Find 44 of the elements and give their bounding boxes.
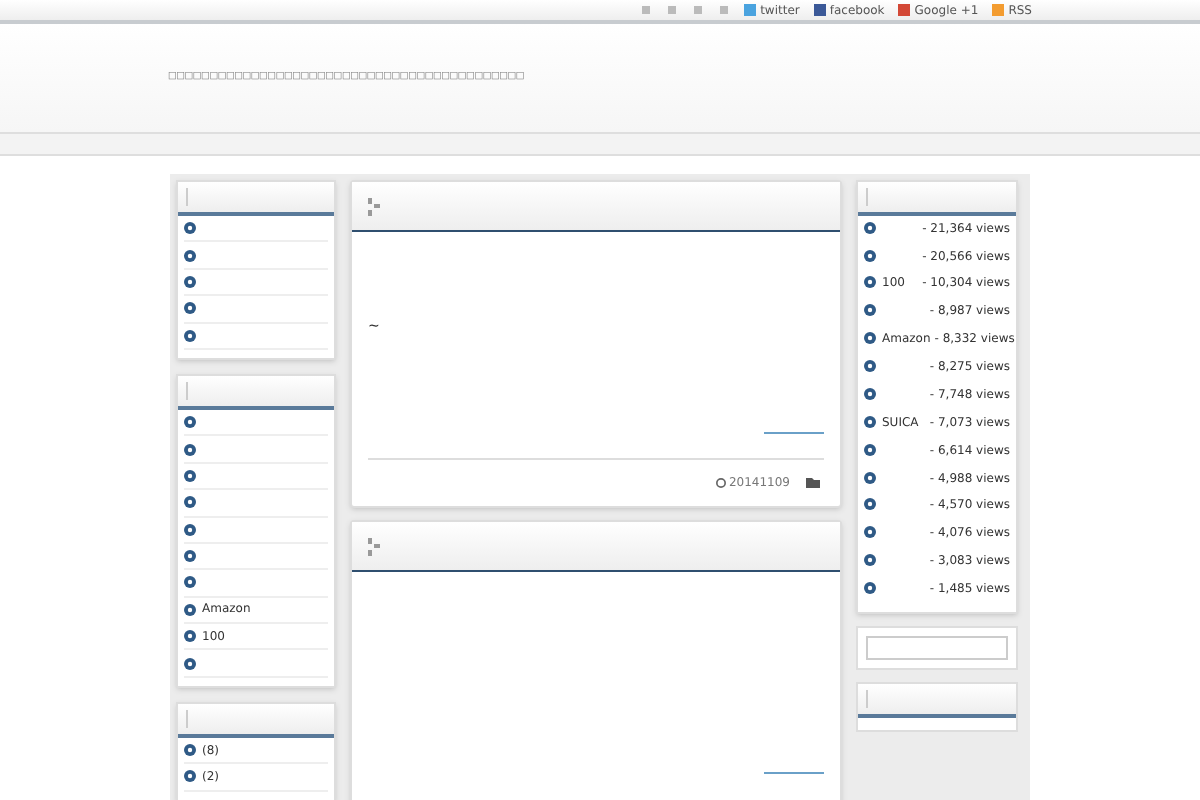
facebook-icon [813, 4, 826, 16]
sidebar-item[interactable] [184, 216, 328, 243]
bullet-icon [184, 550, 196, 563]
bullet-icon [864, 304, 876, 317]
bullet-icon [864, 498, 876, 511]
bullet-icon [864, 526, 876, 539]
bullet-icon [864, 276, 876, 289]
bullet-icon [184, 496, 196, 509]
bullet-icon [864, 471, 876, 484]
sidebar-item[interactable] [184, 490, 328, 518]
post-icon [368, 197, 380, 215]
bullet-icon [184, 249, 196, 262]
bullet-icon [184, 603, 196, 616]
clock-icon [716, 478, 727, 488]
bullet-icon [864, 582, 876, 595]
bullet-icon [184, 523, 196, 536]
bullet-icon [184, 630, 196, 643]
search-field[interactable] [866, 636, 1008, 661]
bullet-icon [184, 443, 196, 456]
bullet-icon [184, 416, 196, 429]
bullet-icon [184, 329, 196, 342]
bullet-icon [184, 744, 196, 757]
bullet-icon [864, 554, 876, 567]
bullet-icon [184, 657, 196, 670]
bullet-icon [864, 415, 876, 428]
sidebar-item[interactable] [184, 296, 328, 324]
bullet-icon [184, 576, 196, 589]
bullet-icon [864, 332, 876, 345]
bullet-icon [184, 222, 196, 235]
bullet-icon [184, 469, 196, 482]
google-plus-icon [898, 4, 911, 16]
bullet-icon [864, 249, 876, 262]
bullet-icon [864, 387, 876, 400]
bullet-icon [184, 302, 196, 315]
bullet-icon [184, 770, 196, 783]
post-icon [368, 537, 380, 555]
rss-icon [992, 4, 1005, 16]
bullet-icon [864, 221, 876, 234]
folder-icon [806, 478, 820, 488]
bird-icon [744, 4, 757, 16]
bullet-icon [184, 275, 196, 288]
bullet-icon [864, 360, 876, 373]
sidebar-item[interactable] [184, 570, 328, 598]
bullet-icon [864, 443, 876, 456]
